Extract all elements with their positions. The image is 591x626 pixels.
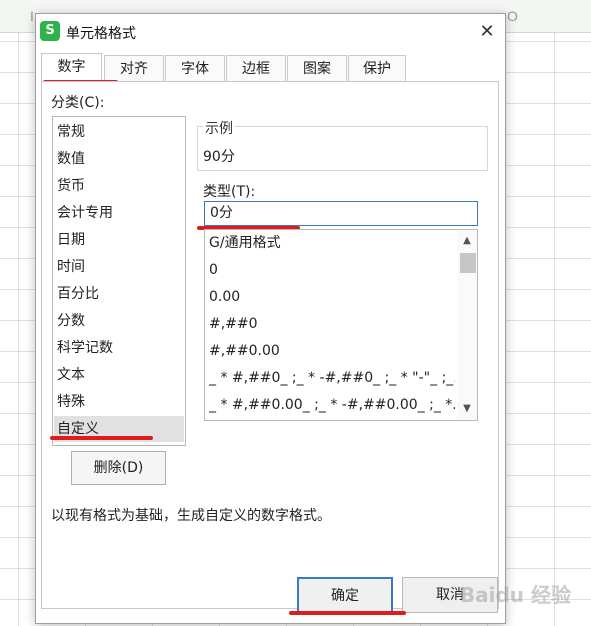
format-item[interactable]: #,##0 bbox=[209, 311, 455, 338]
category-label: 分类(C): bbox=[51, 95, 105, 111]
scroll-down-icon[interactable]: ▼ bbox=[457, 400, 477, 418]
category-item[interactable]: 百分比 bbox=[54, 281, 184, 307]
tab-protection[interactable]: 保护 bbox=[348, 55, 406, 81]
highlight-underline-category bbox=[50, 436, 153, 440]
tab-border[interactable]: 边框 bbox=[226, 55, 286, 81]
category-item[interactable]: 数值 bbox=[54, 146, 184, 172]
type-label: 类型(T): bbox=[203, 184, 256, 200]
format-code-list[interactable]: G/通用格式 0 0.00 #,##0 #,##0.00 _ * #,##0_ … bbox=[204, 229, 478, 421]
scroll-up-icon[interactable]: ▲ bbox=[457, 232, 477, 250]
sample-legend: 示例 bbox=[203, 118, 235, 138]
category-item[interactable]: 分数 bbox=[54, 308, 184, 334]
tab-alignment[interactable]: 对齐 bbox=[104, 55, 164, 81]
format-item[interactable]: G/通用格式 bbox=[209, 230, 455, 257]
tab-number[interactable]: 数字 bbox=[41, 53, 102, 81]
category-item[interactable]: 日期 bbox=[54, 227, 184, 253]
format-cells-dialog: S 单元格格式 ✕ 数字 对齐 字体 边框 图案 保护 分类(C): 常规 数值… bbox=[35, 13, 506, 624]
dialog-title: 单元格格式 bbox=[66, 26, 136, 42]
format-item[interactable]: #,##0.00 bbox=[209, 338, 455, 365]
category-item[interactable]: 特殊 bbox=[54, 389, 184, 415]
column-letter: O bbox=[507, 8, 518, 24]
type-input[interactable]: 0分 bbox=[204, 201, 478, 226]
column-letter: I bbox=[30, 8, 34, 24]
dialog-titlebar: S 单元格格式 ✕ bbox=[36, 14, 505, 50]
tab-pattern[interactable]: 图案 bbox=[287, 55, 347, 81]
sample-value: 90分 bbox=[203, 149, 235, 165]
format-list-scrollbar[interactable]: ▲ ▼ bbox=[457, 230, 477, 420]
category-item[interactable]: 文本 bbox=[54, 362, 184, 388]
ok-button[interactable]: 确定 bbox=[297, 577, 393, 613]
scroll-thumb[interactable] bbox=[460, 253, 476, 273]
delete-button[interactable]: 删除(D) bbox=[71, 451, 166, 485]
format-item[interactable]: _ * #,##0.00_ ;_ * -#,##0.00_ ;_ *... bbox=[209, 392, 455, 419]
format-item[interactable]: 0.00 bbox=[209, 284, 455, 311]
highlight-underline-ok bbox=[289, 611, 406, 615]
format-item[interactable]: _ * #,##0_ ;_ * -#,##0_ ;_ * "-"_ ;_... bbox=[209, 365, 455, 392]
category-item[interactable]: 时间 bbox=[54, 254, 184, 280]
category-item[interactable]: 常规 bbox=[54, 119, 184, 145]
sample-group bbox=[197, 126, 488, 171]
format-description: 以现有格式为基础，生成自定义的数字格式。 bbox=[51, 508, 331, 524]
wps-app-icon: S bbox=[40, 21, 60, 41]
baidu-watermark: Baidu 经验 bbox=[459, 583, 571, 607]
category-item[interactable]: 会计专用 bbox=[54, 200, 184, 226]
category-list[interactable]: 常规 数值 货币 会计专用 日期 时间 百分比 分数 科学记数 文本 特殊 自定… bbox=[52, 116, 186, 446]
category-item[interactable]: 货币 bbox=[54, 173, 184, 199]
tab-font[interactable]: 字体 bbox=[165, 55, 225, 81]
format-item[interactable]: 0 bbox=[209, 257, 455, 284]
category-item[interactable]: 科学记数 bbox=[54, 335, 184, 361]
close-icon[interactable]: ✕ bbox=[473, 18, 501, 46]
